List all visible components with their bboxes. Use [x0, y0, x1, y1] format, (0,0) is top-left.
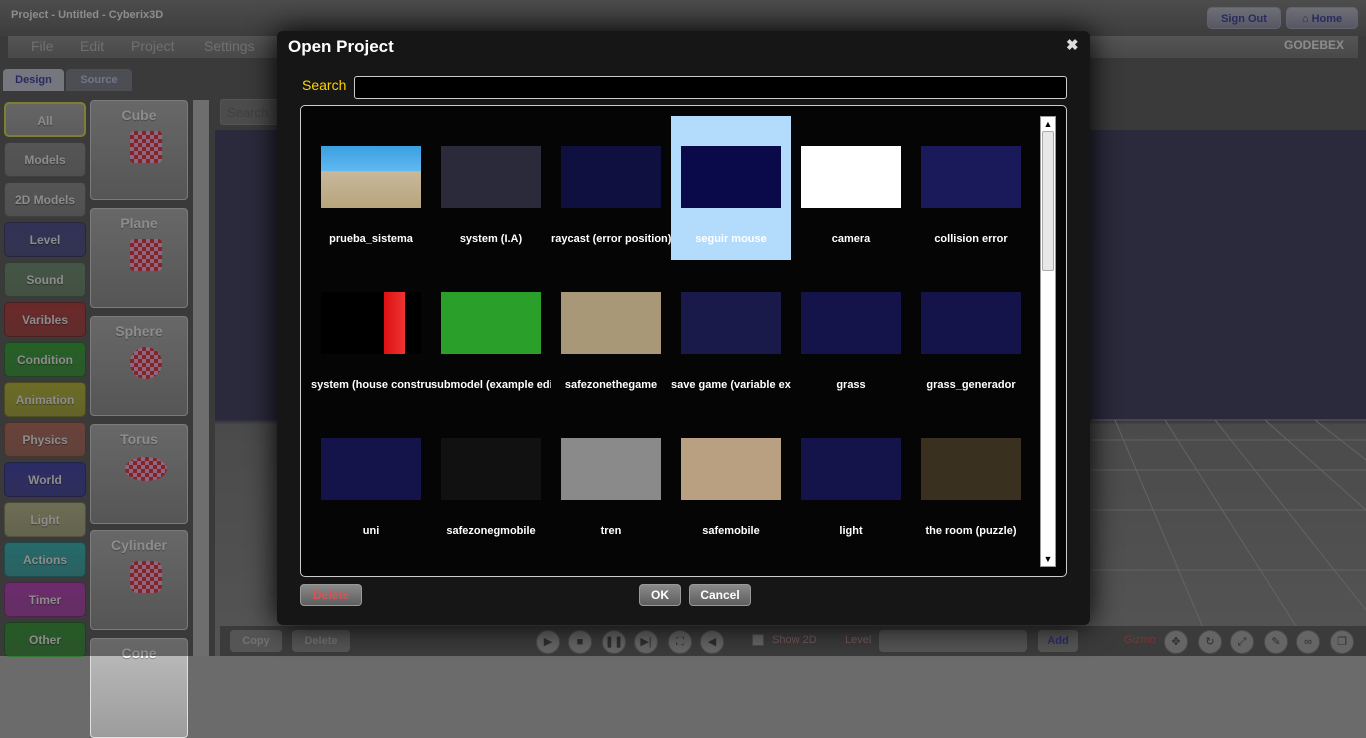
project-thumbnail: [321, 438, 421, 500]
project-thumbnail: [561, 146, 661, 208]
search-label: Search: [302, 77, 347, 93]
project-name: prueba_sistema: [329, 233, 413, 245]
project-name: grass: [836, 379, 866, 391]
project-thumbnail: [321, 146, 421, 208]
project-name: the room (puzzle): [925, 525, 1017, 537]
project-card[interactable]: camera: [791, 116, 911, 260]
project-thumbnail: [801, 292, 901, 354]
dialog-title: Open Project: [288, 37, 394, 56]
close-icon[interactable]: ✖: [1066, 36, 1079, 54]
project-thumbnail: [561, 292, 661, 354]
project-thumbnail: [801, 438, 901, 500]
delete-project-button[interactable]: Delete: [300, 584, 362, 606]
project-grid: prueba_sistema system (I.A) raycast (error…: [300, 105, 1067, 577]
project-card[interactable]: safezonegmobile: [431, 408, 551, 552]
project-thumbnail: [561, 438, 661, 500]
ok-button[interactable]: OK: [639, 584, 681, 606]
project-card[interactable]: grass_generador: [911, 262, 1031, 406]
project-name: camera: [831, 233, 871, 245]
project-name: tren: [600, 525, 622, 537]
scroll-thumb[interactable]: [1042, 131, 1054, 271]
project-name: system (house construction): [311, 379, 431, 391]
project-name: seguir mouse: [695, 233, 767, 245]
project-card[interactable]: the room (puzzle): [911, 408, 1031, 552]
project-name: grass_generador: [926, 379, 1016, 391]
project-thumbnail: [921, 146, 1021, 208]
project-card[interactable]: system (house construction): [311, 262, 431, 406]
project-thumbnail: [681, 292, 781, 354]
project-search-input[interactable]: [354, 76, 1067, 99]
project-name: safezonethegame: [564, 379, 658, 391]
project-name: collision error: [934, 233, 1008, 245]
project-name: uni: [362, 525, 380, 537]
project-card[interactable]: prueba_sistema: [311, 116, 431, 260]
project-card[interactable]: raycast (error position): [551, 116, 671, 260]
project-card[interactable]: collision error: [911, 116, 1031, 260]
project-card[interactable]: seguir mouse: [671, 116, 791, 260]
project-thumbnail: [921, 292, 1021, 354]
project-card[interactable]: save game (variable example): [671, 262, 791, 406]
project-thumbnail: [801, 146, 901, 208]
project-thumbnail: [681, 438, 781, 500]
project-card[interactable]: safemobile: [671, 408, 791, 552]
project-card[interactable]: uni: [311, 408, 431, 552]
project-name: raycast (error position): [551, 233, 671, 245]
scroll-up-icon[interactable]: ▲: [1041, 117, 1055, 131]
project-name: save game (variable example): [671, 379, 791, 391]
project-name: light: [839, 525, 863, 537]
scroll-down-icon[interactable]: ▼: [1041, 552, 1055, 566]
project-card[interactable]: system (I.A): [431, 116, 551, 260]
project-grid-scrollbar[interactable]: ▲ ▼: [1040, 116, 1056, 567]
project-thumbnail: [681, 146, 781, 208]
project-name: safezonegmobile: [446, 525, 536, 537]
project-name: submodel (example editor): [431, 379, 551, 391]
project-thumbnail: [441, 438, 541, 500]
cancel-button[interactable]: Cancel: [689, 584, 751, 606]
project-thumbnail: [441, 292, 541, 354]
project-thumbnail: [441, 146, 541, 208]
open-project-dialog: Open Project ✖ Search prueba_sistemasyst…: [277, 31, 1090, 625]
project-card[interactable]: submodel (example editor): [431, 262, 551, 406]
project-name: system (I.A): [459, 233, 523, 245]
project-card[interactable]: tren: [551, 408, 671, 552]
project-thumbnail: [921, 438, 1021, 500]
project-card[interactable]: safezonethegame: [551, 262, 671, 406]
project-card[interactable]: grass: [791, 262, 911, 406]
project-card[interactable]: light: [791, 408, 911, 552]
project-thumbnail: [321, 292, 421, 354]
project-name: safemobile: [702, 525, 760, 537]
